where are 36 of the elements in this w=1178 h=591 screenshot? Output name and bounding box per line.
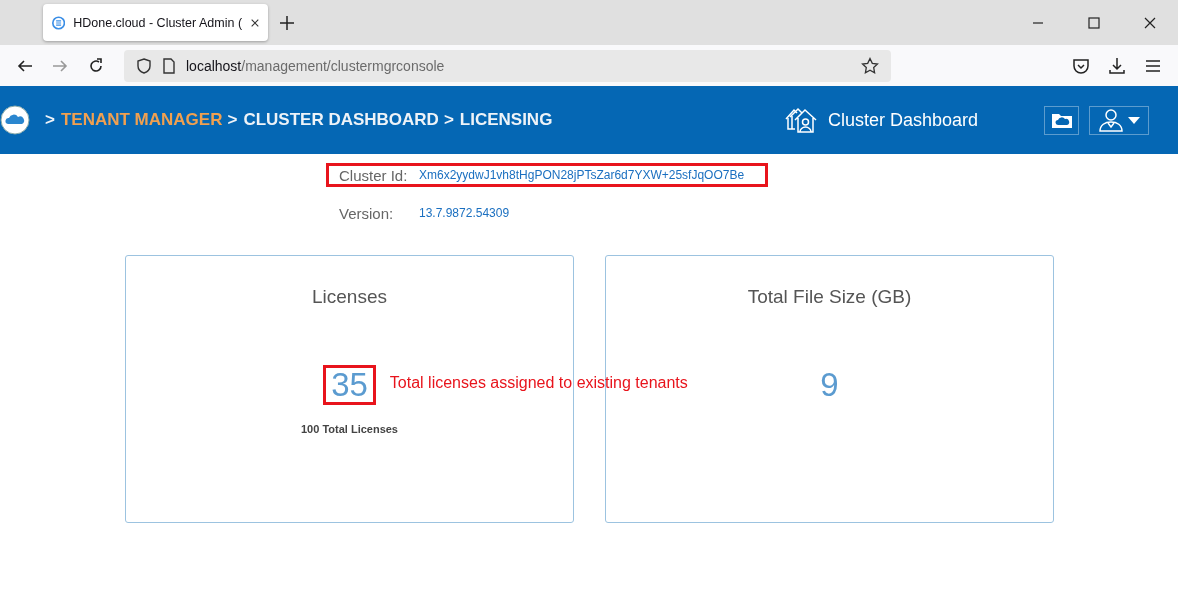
download-icon[interactable] [1108,56,1126,75]
field-label: Version: [339,204,395,222]
card-title: Licenses [312,286,387,308]
pocket-icon[interactable] [1072,56,1090,75]
user-icon [1098,108,1124,132]
shield-icon [136,57,152,74]
star-icon[interactable] [861,56,879,75]
breadcrumb-separator: > [45,110,55,130]
cloud-folder-button[interactable] [1044,105,1079,135]
caret-icon [1128,116,1140,124]
page-icon [52,14,66,31]
address-bar[interactable]: localhost/management/clustermgrconsole [124,49,891,82]
breadcrumb-separator: > [227,110,238,130]
cloud-logo-icon [0,105,30,135]
field-label: Cluster Id: [339,166,409,184]
houses-icon [783,105,818,135]
user-menu-button[interactable] [1089,105,1149,135]
stat-value: 35 [323,365,376,405]
new-tab-icon[interactable] [280,15,294,30]
breadcrumb-item: LICENSING [459,110,553,130]
stat-value: 9 [819,365,840,405]
url-text: localhost/management/clustermgrconsole [186,57,445,74]
page-title: Cluster Dashboard [827,109,978,131]
close-icon[interactable] [1144,16,1156,29]
reload-icon[interactable] [87,56,105,75]
field-value: 13.7.9872.54309 [419,206,510,220]
folder-cloud-icon [1050,111,1073,129]
card-title: Total File Size (GB) [747,286,912,308]
stat-caption: 100 Total Licenses [301,423,398,435]
browser-tab[interactable]: HDone.cloud - Cluster Admin ( [43,4,268,41]
breadcrumb-item: CLUSTER DASHBOARD [243,110,439,130]
field-value: Xm6x2yydwJ1vh8tHgPON28jPTsZar6d7YXW+25sfJqOO7Be [419,168,745,182]
breadcrumb-separator: > [443,110,454,130]
annotation-text: Total licenses assigned to existing tenants [389,374,688,392]
document-icon [162,57,176,74]
maximize-icon[interactable] [1088,16,1100,29]
